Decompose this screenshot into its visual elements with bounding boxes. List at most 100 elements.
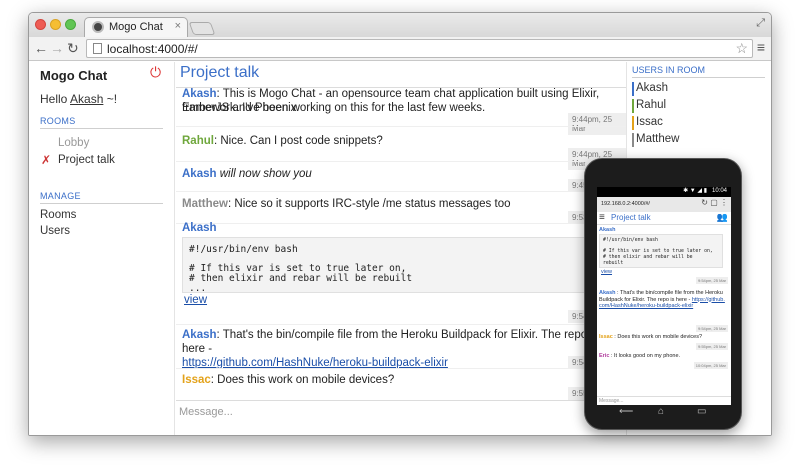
phone-message-input[interactable]: Message... [597, 396, 731, 405]
url-text[interactable]: localhost:4000/#/ [107, 42, 198, 56]
favicon-icon [92, 21, 104, 33]
android-back-icon[interactable]: ⟵ [619, 405, 633, 419]
message-author: Akash [182, 222, 217, 234]
message-timestamp: 10:04pm, 25 Mar [693, 362, 728, 369]
code-snippet: #!/usr/bin/env bash # If this var is set… [182, 237, 602, 294]
user-item-issac[interactable]: Issac [632, 116, 663, 130]
message-author: Akash [599, 290, 616, 296]
message-timestamp: 9:55pm, 25 Mar [695, 343, 728, 350]
tab-bar: Mogo Chat × ⤢ [29, 13, 771, 37]
phone-app-header: ≡ Project talk 👥 [597, 212, 731, 225]
sidebar-item-users[interactable]: Users [40, 225, 70, 237]
zoom-window-button[interactable] [65, 19, 76, 30]
greeting-prefix: Hello [40, 92, 71, 106]
page-icon [93, 43, 102, 54]
message-author: Akash [599, 227, 616, 233]
phone-status-bar: ✱ ▼ ◢ ▮ 10:04 [597, 187, 731, 197]
sidebar: Mogo Chat ⏻ Hello Akash ~! ROOMS Lobby ✗… [29, 62, 175, 435]
view-full-code-link[interactable]: view [184, 294, 207, 306]
phone-code-snippet: #!/usr/bin/env bash # If this var is set… [599, 234, 723, 268]
screen: Mogo Chat × ⤢ ← → ↻ localhost:4000/#/ ☆ … [0, 0, 800, 476]
chat-main: Project talk Akash: This is Mogo Chat - … [176, 62, 626, 435]
message: Issac: Does this work on mobile devices? [182, 373, 602, 387]
message-timestamp: 9:54pm, 25 Mar [695, 277, 728, 284]
minimize-window-button[interactable] [50, 19, 61, 30]
user-item-akash[interactable]: Akash [632, 82, 668, 96]
users-icon[interactable]: 👥 [717, 212, 728, 223]
sidebar-item-lobby[interactable]: Lobby [58, 137, 89, 149]
message-timestamp: 9:44pm, 25 Mar [568, 113, 626, 135]
browser-menu-icon[interactable]: ≡ [757, 40, 765, 54]
code-line: #!/usr/bin/env bash [603, 238, 658, 243]
bookmark-star-icon[interactable]: ☆ [735, 40, 748, 57]
message-divider [176, 126, 626, 127]
android-recent-icon[interactable]: ▭ [697, 405, 706, 419]
phone-device: ✱ ▼ ◢ ▮ 10:04 192.168.0.2:4000/#/ ↻ ▢ ⋮ … [584, 158, 742, 430]
browser-tab[interactable]: Mogo Chat × [84, 17, 188, 37]
rooms-divider [40, 128, 163, 129]
fullscreen-icon[interactable]: ⤢ [756, 17, 765, 30]
reload-button[interactable]: ↻ [67, 40, 79, 56]
android-home-icon[interactable]: ⌂ [658, 405, 664, 419]
users-section-label: USERS IN ROOM [632, 65, 706, 75]
current-user-link[interactable]: Akash [70, 92, 103, 106]
phone-view-link[interactable]: view [601, 269, 729, 276]
logout-power-icon[interactable]: ⏻ [150, 64, 161, 81]
message-input-placeholder: Message... [179, 406, 233, 418]
message-divider [176, 368, 626, 369]
active-room-x-icon[interactable]: ✗ [41, 153, 51, 167]
message: Akash will now show you [182, 167, 602, 181]
user-item-rahul[interactable]: Rahul [632, 99, 666, 113]
sidebar-item-project-talk[interactable]: Project talk [58, 154, 115, 166]
code-line: # then elixir and rebar will be rebuilt [189, 273, 413, 284]
user-color-bar [632, 82, 634, 96]
phone-message: Issac : Does this work on mobile devices… [599, 334, 727, 341]
phone-input-placeholder: Message... [599, 398, 624, 404]
users-divider [632, 77, 765, 78]
message: Akash [182, 221, 602, 235]
message-divider [176, 161, 626, 162]
phone-clock: 10:04 [711, 188, 727, 194]
forward-button[interactable]: → [50, 40, 64, 56]
phone-screen: ✱ ▼ ◢ ▮ 10:04 192.168.0.2:4000/#/ ↻ ▢ ⋮ … [597, 187, 731, 405]
message-text: : It looks good on my phone. [609, 353, 681, 359]
phone-room-title: Project talk [611, 213, 651, 222]
sidebar-item-rooms[interactable]: Rooms [40, 209, 76, 221]
phone-url-text[interactable]: 192.168.0.2:4000/#/ [601, 201, 650, 207]
message-text: : Does this work on mobile devices? [210, 374, 395, 386]
message-input[interactable]: Message... [176, 400, 626, 435]
tab-close-icon[interactable]: × [175, 20, 181, 32]
user-item-matthew[interactable]: Matthew [632, 133, 679, 147]
message-author: Issac [182, 374, 211, 386]
user-name: Matthew [636, 133, 680, 145]
greeting: Hello Akash ~! [40, 92, 117, 106]
room-title: Project talk [180, 64, 260, 81]
manage-divider [40, 203, 163, 204]
tab-title: Mogo Chat [109, 21, 163, 33]
message-author: Akash [182, 329, 217, 341]
user-color-bar [632, 116, 634, 130]
user-color-bar [632, 99, 634, 113]
message-text: : Nice. Can I post code snippets? [213, 135, 383, 147]
phone-nav-bar: ⟵ ⌂ ▭ [597, 405, 731, 419]
message-author: Akash [182, 168, 217, 180]
status-icons: ✱ ▼ ◢ ▮ [683, 188, 707, 194]
message-text: will now show you [219, 168, 312, 180]
phone-message: Akash : That's the bin/compile file from… [599, 290, 727, 310]
close-window-button[interactable] [35, 19, 46, 30]
manage-section-label: MANAGE [40, 191, 81, 201]
address-bar[interactable]: localhost:4000/#/ ☆ [86, 39, 753, 58]
message: Rahul: Nice. Can I post code snippets? [182, 134, 602, 148]
browser-toolbar: ← → ↻ localhost:4000/#/ ☆ ≡ [29, 37, 771, 61]
greeting-suffix: ~! [103, 92, 118, 106]
phone-message: Eric : It looks good on my phone. [599, 353, 727, 360]
phone-browser-icons[interactable]: ↻ ▢ ⋮ [701, 198, 728, 207]
back-button[interactable]: ← [34, 40, 48, 56]
new-tab-button[interactable] [188, 22, 216, 35]
message: Akash: That's the bin/compile file from … [182, 328, 602, 370]
message-author: Issac [599, 334, 613, 340]
message-text: : Does this work on mobile devices? [612, 334, 703, 340]
hamburger-menu-icon[interactable]: ≡ [599, 212, 605, 224]
message-author: Rahul [182, 135, 214, 147]
phone-url-bar[interactable]: 192.168.0.2:4000/#/ ↻ ▢ ⋮ [597, 197, 731, 212]
